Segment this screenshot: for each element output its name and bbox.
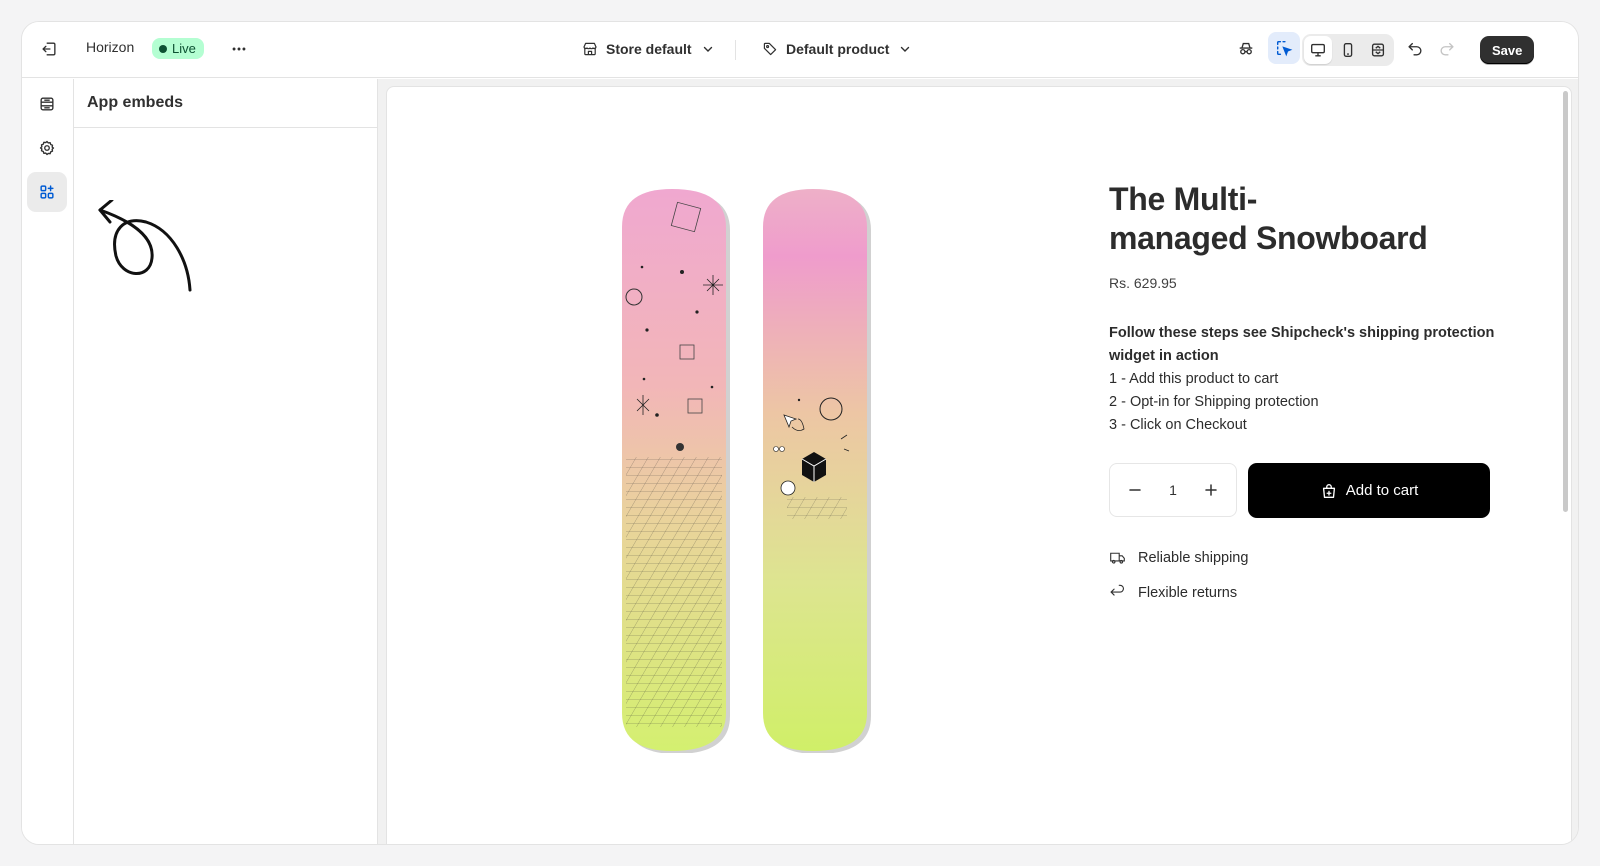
- theme-settings-button[interactable]: [27, 128, 67, 168]
- cursor-select-icon: [1276, 40, 1293, 57]
- return-icon: [1110, 584, 1124, 596]
- fullscreen-icon: [1371, 43, 1385, 57]
- bag-icon: [1322, 483, 1335, 498]
- mobile-view-button[interactable]: [1334, 36, 1362, 64]
- product-title-line-2: managed Snowboard: [1109, 220, 1428, 256]
- ellipsis-icon: [232, 47, 246, 51]
- more-actions-button[interactable]: [224, 34, 254, 64]
- store-selector[interactable]: Store default: [582, 41, 714, 57]
- divider: [735, 40, 736, 60]
- product-info: The Multi- managed Snowboard Rs. 629.95 …: [1109, 180, 1499, 437]
- chevron-down-icon: [703, 46, 712, 52]
- redo-button[interactable]: [1432, 34, 1462, 64]
- desktop-icon: [1311, 43, 1325, 57]
- fullscreen-view-button[interactable]: [1364, 36, 1392, 64]
- description-heading: Follow these steps see Shipcheck's shipp…: [1109, 325, 1495, 364]
- select-element-button[interactable]: [1268, 32, 1300, 64]
- store-icon: [583, 42, 597, 56]
- live-badge: Live: [152, 38, 204, 59]
- undo-icon: [1408, 42, 1422, 56]
- minus-icon: [1129, 489, 1141, 491]
- perk-flexible-returns: Flexible returns: [1109, 584, 1237, 601]
- top-bar: Horizon Live Store default Default produ…: [22, 22, 1578, 78]
- decrease-quantity-button[interactable]: [1124, 479, 1146, 501]
- product-description: Follow these steps see Shipcheck's shipp…: [1109, 322, 1499, 437]
- left-rail: [22, 79, 74, 844]
- buy-row: 1 Add to cart: [1109, 463, 1490, 518]
- template-selector[interactable]: Default product: [762, 41, 911, 57]
- sections-button[interactable]: [27, 84, 67, 124]
- product-price: Rs. 629.95: [1109, 275, 1177, 291]
- description-step: 2 - Opt-in for Shipping protection: [1109, 394, 1319, 410]
- app-embeds-icon: [40, 185, 54, 199]
- plus-icon: [1205, 484, 1217, 496]
- add-to-cart-label: Add to cart: [1345, 482, 1419, 499]
- viewport-toggle: [1302, 34, 1394, 66]
- storefront-preview: The Multi- managed Snowboard Rs. 629.95 …: [386, 86, 1572, 844]
- perk-reliable-shipping: Reliable shipping: [1109, 549, 1248, 566]
- quantity-input[interactable]: 1: [1169, 482, 1177, 498]
- exit-icon[interactable]: [34, 34, 64, 64]
- product-title: The Multi- managed Snowboard: [1109, 180, 1499, 258]
- perk-label: Reliable shipping: [1138, 549, 1249, 566]
- editor-window: Horizon Live Store default Default produ…: [21, 21, 1579, 845]
- side-panel: App embeds: [74, 79, 378, 844]
- inspector-button[interactable]: [1231, 34, 1261, 64]
- tag-icon: [763, 42, 777, 56]
- preview-area: The Multi- managed Snowboard Rs. 629.95 …: [378, 79, 1578, 844]
- annotation-arrow-icon: [98, 200, 192, 292]
- description-step: 1 - Add this product to cart: [1109, 371, 1279, 387]
- description-step: 3 - Click on Checkout: [1109, 417, 1247, 433]
- increase-quantity-button[interactable]: [1200, 479, 1222, 501]
- perk-label: Flexible returns: [1138, 584, 1238, 601]
- save-button[interactable]: Save: [1480, 36, 1535, 64]
- sections-icon: [40, 97, 54, 111]
- incognito-icon: [1239, 42, 1253, 55]
- store-selector-label: Store default: [606, 41, 692, 57]
- truck-icon: [1110, 552, 1125, 564]
- panel-title: App embeds: [74, 79, 377, 128]
- undo-button[interactable]: [1400, 34, 1430, 64]
- template-selector-label: Default product: [786, 41, 890, 57]
- quantity-stepper: 1: [1109, 463, 1237, 517]
- gear-icon: [39, 140, 55, 156]
- live-badge-label: Live: [172, 41, 196, 56]
- app-embeds-button[interactable]: [27, 172, 67, 212]
- desktop-view-button[interactable]: [1304, 36, 1332, 64]
- mobile-icon: [1343, 43, 1353, 57]
- preview-scrollbar[interactable]: [1563, 91, 1568, 512]
- theme-name: Horizon: [86, 39, 135, 55]
- redo-icon: [1440, 42, 1454, 56]
- product-title-line-1: The Multi-: [1109, 181, 1258, 217]
- add-to-cart-button[interactable]: Add to cart: [1248, 463, 1490, 518]
- chevron-down-icon: [901, 46, 910, 52]
- product-image[interactable]: [612, 187, 882, 753]
- live-dot-icon: [159, 44, 167, 53]
